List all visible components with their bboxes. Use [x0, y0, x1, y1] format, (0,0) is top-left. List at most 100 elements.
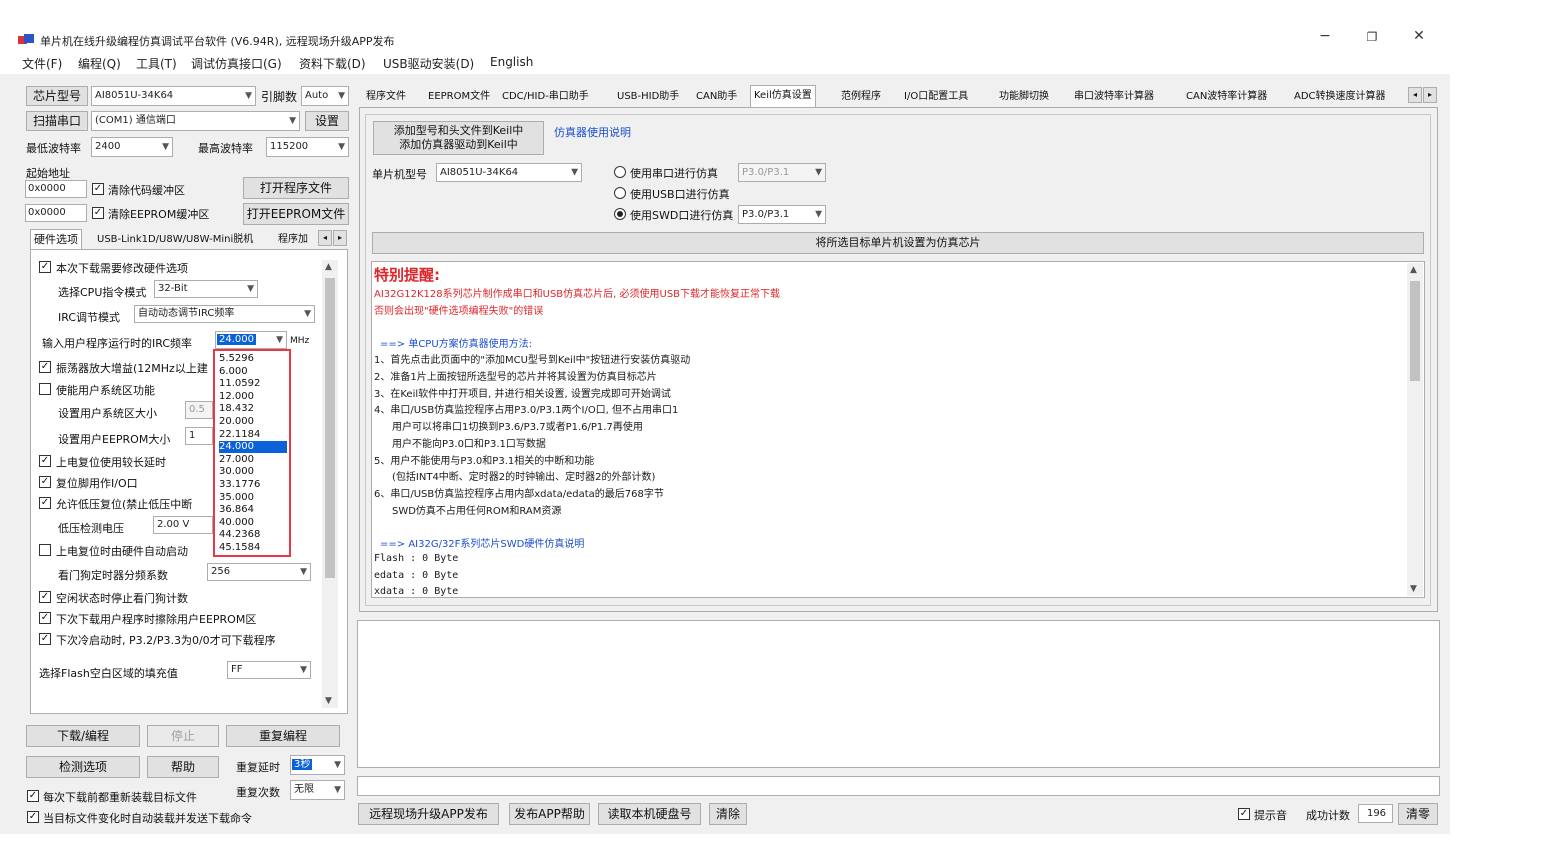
clear-eeprom-checkbox[interactable]: ✓ — [92, 207, 104, 219]
set-target-chip-button[interactable]: 将所选目标单片机设置为仿真芯片 — [372, 232, 1424, 254]
freq-option[interactable]: 6.000 — [219, 366, 287, 378]
menu-program[interactable]: 编程(Q) — [78, 55, 121, 72]
cpu-mode-select[interactable]: 32-Bit ▼ — [154, 280, 258, 298]
menu-english[interactable]: English — [490, 55, 533, 69]
check-options-button[interactable]: 检测选项 — [26, 756, 140, 778]
hardware-options-scrollbar[interactable]: ▲ ▼ — [322, 260, 338, 708]
remote-upgrade-publish-button[interactable]: 远程现场升级APP发布 — [358, 803, 499, 825]
stop-button[interactable]: 停止 — [147, 725, 219, 747]
erase-eeprom-checkbox[interactable]: ✓ — [39, 612, 51, 624]
start-address-input-2[interactable]: 0x0000 — [25, 204, 87, 222]
chip-model-select[interactable]: AI8051U-34K64 ▼ — [91, 86, 256, 106]
low-voltage-reset-checkbox[interactable]: ✓ — [39, 497, 51, 509]
serial-sim-radio[interactable] — [614, 166, 626, 178]
right-tab-1[interactable]: EEPROM文件 — [425, 89, 493, 105]
minimize-button[interactable]: − — [1310, 28, 1340, 44]
settings-button[interactable]: 设置 — [305, 111, 349, 131]
output-log-area[interactable] — [357, 620, 1440, 768]
freq-option[interactable]: 27.000 — [219, 454, 287, 466]
freq-option[interactable]: 40.000 — [219, 517, 287, 529]
max-baud-select[interactable]: 115200 ▼ — [266, 137, 349, 157]
power-on-delay-checkbox[interactable]: ✓ — [39, 455, 51, 467]
close-button[interactable]: ✕ — [1404, 28, 1434, 44]
freq-option[interactable]: 33.1776 — [219, 479, 287, 491]
restore-button[interactable]: ❐ — [1357, 30, 1387, 44]
right-tab-0[interactable]: 程序文件 — [363, 89, 409, 105]
freq-option[interactable]: 44.2368 — [219, 529, 287, 541]
right-tab-11[interactable]: ADC转换速度计算器 — [1291, 89, 1389, 105]
simulator-help-link[interactable]: 仿真器使用说明 — [554, 124, 631, 140]
freq-option[interactable]: 24.000 — [219, 441, 287, 454]
osc-gain-checkbox[interactable]: ✓ — [39, 361, 51, 373]
right-tab-4[interactable]: CAN助手 — [693, 89, 740, 105]
port-select[interactable]: (COM1) 通信端口 ▼ — [91, 111, 300, 131]
freq-option[interactable]: 35.000 — [219, 492, 287, 504]
irc-mode-select[interactable]: 自动动态调节IRC频率 ▼ — [134, 305, 315, 323]
right-tab-7[interactable]: I/O口配置工具 — [901, 89, 971, 105]
freq-option[interactable]: 36.864 — [219, 504, 287, 516]
cold-start-p32-checkbox[interactable]: ✓ — [39, 633, 51, 645]
repeat-delay-select[interactable]: 3秒 ▼ — [290, 755, 345, 775]
repeat-count-select[interactable]: 无限 ▼ — [290, 780, 345, 800]
tip-sound-checkbox[interactable]: ✓ — [1238, 808, 1250, 820]
right-tab-5[interactable]: Keil仿真设置 — [750, 85, 816, 107]
clear-code-checkbox[interactable]: ✓ — [92, 183, 104, 195]
start-address-input-1[interactable]: 0x0000 — [25, 180, 87, 198]
right-tab-scroll-right-icon[interactable]: ▸ — [1423, 87, 1437, 103]
flash-fill-select[interactable]: FF ▼ — [227, 661, 311, 679]
reset-pin-io-checkbox[interactable]: ✓ — [39, 476, 51, 488]
freq-option[interactable]: 11.0592 — [219, 378, 287, 390]
open-eeprom-file-button[interactable]: 打开EEPROM文件 — [243, 203, 349, 225]
modify-hw-options-checkbox[interactable]: ✓ — [39, 261, 51, 273]
scrollbar-thumb[interactable] — [325, 278, 335, 578]
menu-usb-driver[interactable]: USB驱动安装(D) — [383, 55, 474, 72]
tab-usb-link-offline[interactable]: USB-Link1D/U8W/U8W-Mini脱机 — [94, 232, 256, 248]
user-sys-area-checkbox[interactable] — [39, 383, 51, 395]
swd-sim-radio[interactable] — [614, 208, 626, 220]
freq-option[interactable]: 5.5296 — [219, 353, 287, 365]
right-tab-2[interactable]: CDC/HID-串口助手 — [499, 89, 592, 105]
right-tab-9[interactable]: 串口波特率计算器 — [1071, 89, 1157, 105]
info-scrollbar[interactable]: ▲ ▼ — [1407, 263, 1423, 596]
menu-download[interactable]: 资料下载(D) — [299, 55, 366, 72]
low-voltage-select[interactable]: 2.00 V — [153, 516, 213, 534]
usb-sim-radio[interactable] — [614, 187, 626, 199]
pin-count-select[interactable]: Auto ▼ — [301, 86, 349, 106]
freq-option[interactable]: 45.1584 — [219, 542, 287, 554]
serial-sim-pin-select[interactable]: P3.0/P3.1 ▼ — [738, 163, 826, 182]
add-to-keil-button[interactable]: 添加型号和头文件到Keil中 添加仿真器驱动到Keil中 — [373, 121, 544, 155]
menu-tools[interactable]: 工具(T) — [136, 55, 177, 72]
scrollbar-thumb[interactable] — [1410, 281, 1420, 381]
menu-debug-interface[interactable]: 调试仿真接口(G) — [191, 55, 282, 72]
hw-auto-start-checkbox[interactable] — [39, 544, 51, 556]
irc-freq-select[interactable]: 24.000 ▼ — [215, 331, 287, 349]
scroll-down-icon[interactable]: ▼ — [1410, 584, 1417, 594]
right-tab-6[interactable]: 范例程序 — [838, 89, 884, 105]
open-program-file-button[interactable]: 打开程序文件 — [243, 177, 349, 199]
tab-scroll-right-icon[interactable]: ▸ — [333, 230, 347, 246]
freq-option[interactable]: 22.1184 — [219, 429, 287, 441]
menu-file[interactable]: 文件(F) — [22, 55, 62, 72]
chip-model-button[interactable]: 芯片型号 — [26, 86, 88, 106]
reload-target-checkbox[interactable]: ✓ — [27, 790, 39, 802]
auto-send-checkbox[interactable]: ✓ — [27, 811, 39, 823]
right-tab-scroll-left-icon[interactable]: ◂ — [1408, 87, 1422, 103]
help-button[interactable]: 帮助 — [147, 756, 219, 778]
freq-option[interactable]: 12.000 — [219, 391, 287, 403]
min-baud-select[interactable]: 2400 ▼ — [91, 137, 173, 157]
mcu-model-select[interactable]: AI8051U-34K64 ▼ — [436, 163, 582, 182]
wdt-prescaler-select[interactable]: 256 ▼ — [207, 563, 311, 581]
scan-port-button[interactable]: 扫描串口 — [26, 111, 88, 131]
publish-app-help-button[interactable]: 发布APP帮助 — [509, 803, 590, 825]
tab-scroll-left-icon[interactable]: ◂ — [318, 230, 332, 246]
read-disk-id-button[interactable]: 读取本机硬盘号 — [598, 803, 701, 825]
freq-option[interactable]: 30.000 — [219, 466, 287, 478]
right-tab-8[interactable]: 功能脚切换 — [996, 89, 1052, 105]
freq-option[interactable]: 18.432 — [219, 403, 287, 415]
swd-sim-pin-select[interactable]: P3.0/P3.1 ▼ — [738, 205, 826, 224]
download-program-button[interactable]: 下载/编程 — [26, 725, 140, 747]
scroll-up-icon[interactable]: ▲ — [1410, 265, 1417, 275]
right-tab-10[interactable]: CAN波特率计算器 — [1183, 89, 1270, 105]
freq-option[interactable]: 20.000 — [219, 416, 287, 428]
eeprom-size-select[interactable]: 1 — [185, 427, 213, 445]
